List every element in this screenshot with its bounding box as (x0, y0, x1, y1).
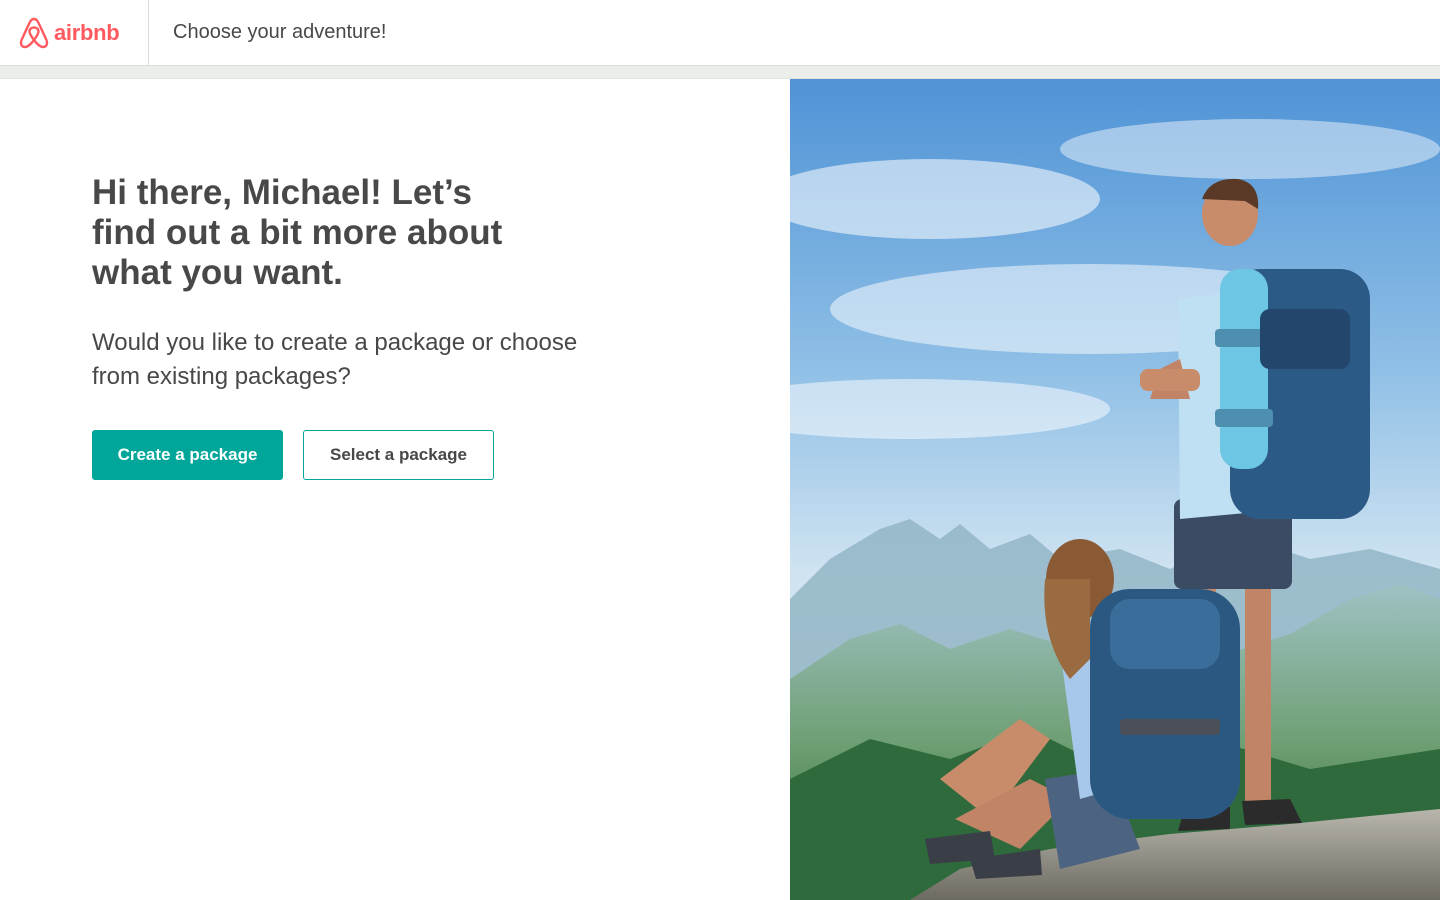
main-content: Hi there, Michael! Let’s find out a bit … (0, 79, 790, 900)
airbnb-logo[interactable]: airbnb (0, 0, 149, 66)
hero-image (790, 79, 1440, 900)
select-package-button[interactable]: Select a package (303, 430, 494, 480)
header-subbar (0, 66, 1440, 79)
logo-wordmark: airbnb (54, 19, 120, 45)
page-title: Choose your adventure! (173, 21, 387, 43)
top-header: airbnb Choose your adventure! (0, 0, 1440, 66)
create-package-button[interactable]: Create a package (92, 430, 283, 480)
package-question: Would you like to create a package or ch… (92, 329, 578, 390)
hikers-illustration (790, 79, 1440, 900)
greeting-heading: Hi there, Michael! Let’s find out a bit … (92, 173, 503, 292)
airbnb-belo-icon (19, 17, 49, 48)
